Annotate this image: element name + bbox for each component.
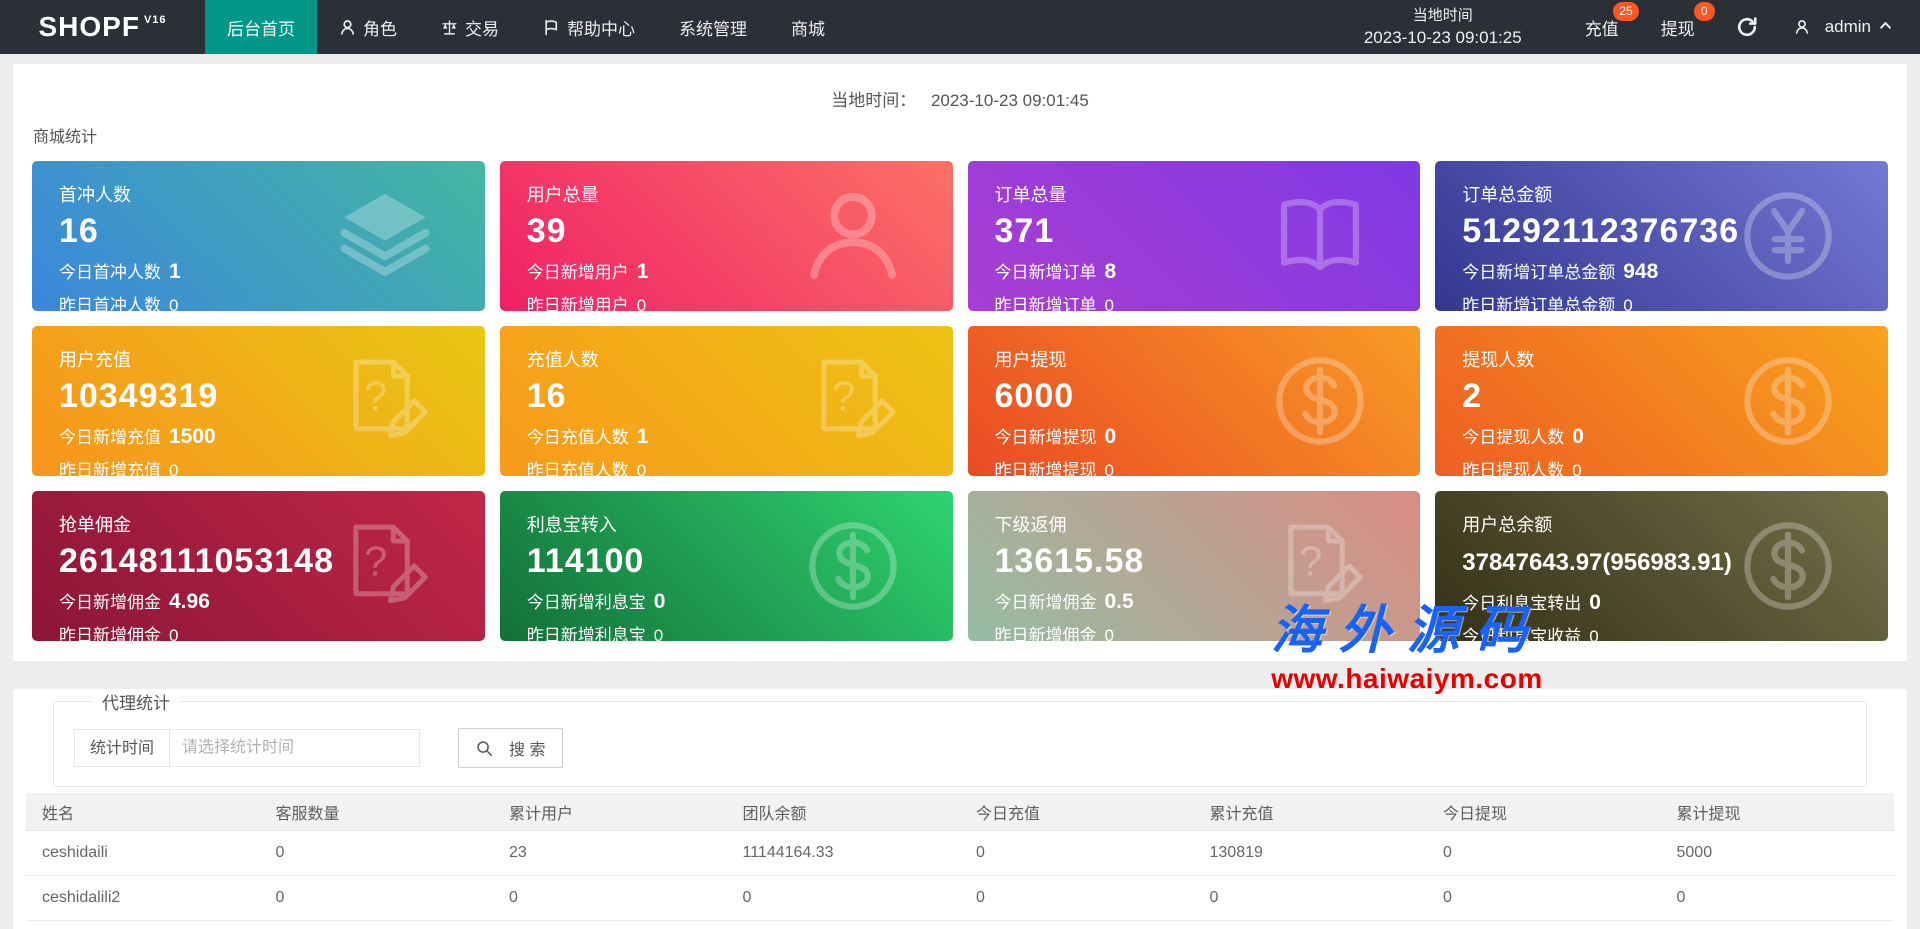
time-field-label: 统计时间: [74, 729, 170, 767]
card-yesterday: 昨日新增用户0: [527, 291, 953, 311]
stat-card-total-users: 用户总量39今日新增用户1昨日新增用户0: [500, 161, 953, 311]
card-yesterday: 今日利息宝收益0: [1462, 622, 1888, 641]
local-time-label: 当地时间: [1364, 5, 1522, 26]
user-menu[interactable]: admin: [1794, 17, 1892, 37]
person-icon: [339, 19, 356, 36]
navbar-right: 当地时间 2023-10-23 09:01:25 充值 25 提现 0 admi…: [1364, 0, 1920, 54]
docq-icon: ?: [803, 351, 903, 451]
nav-item-trade[interactable]: 交易: [419, 0, 521, 54]
column-header: 累计提现: [1661, 793, 1895, 831]
stat-card-user-recharge: 用户充值10349319今日新增充值1500昨日新增充值0?: [32, 326, 485, 476]
search-button[interactable]: 搜 索: [458, 728, 563, 768]
column-header: 今日充值: [960, 793, 1194, 831]
stat-card-recharge-users: 充值人数16今日充值人数1昨日充值人数0?: [500, 326, 953, 476]
stat-card-first-charge-users: 首冲人数16今日首冲人数1昨日首冲人数0: [32, 161, 485, 311]
stat-card-order-commission: 抢单佣金26148111053148今日新增佣金4.96昨日新增佣金0?: [32, 491, 485, 641]
dollar-icon: [1738, 351, 1838, 451]
recharge-link[interactable]: 充值 25: [1585, 15, 1619, 40]
withdraw-link[interactable]: 提现 0: [1661, 15, 1695, 40]
yen-icon: [1738, 186, 1838, 286]
agent-table: 姓名客服数量累计用户团队余额今日充值累计充值今日提现累计提现 ceshidail…: [26, 793, 1894, 929]
docq-icon: ?: [1270, 516, 1370, 616]
local-time-block: 当地时间 2023-10-23 09:01:25: [1364, 5, 1522, 50]
svg-text:?: ?: [1299, 538, 1322, 585]
card-yesterday: 昨日新增佣金0: [995, 621, 1421, 641]
table-row: ceshidaili02311144164.33013081905000: [26, 831, 1894, 876]
scales-icon: [441, 19, 458, 36]
card-yesterday: 昨日充值人数0: [527, 456, 953, 476]
book-icon: [1270, 186, 1370, 286]
layers-icon: [335, 186, 435, 286]
stat-card-interest-transfer-in: 利息宝转入114100今日新增利息宝0昨日新增利息宝0: [500, 491, 953, 641]
nav-item-help[interactable]: 帮助中心: [521, 0, 657, 54]
nav-item-system[interactable]: 系统管理: [657, 0, 769, 54]
stat-card-sub-rebate: 下级返佣13615.58今日新增佣金0.5昨日新增佣金0?: [968, 491, 1421, 641]
page-time-row: 当地时间： 2023-10-23 09:01:45: [13, 64, 1907, 111]
svg-text:?: ?: [364, 373, 387, 420]
stat-card-withdraw-users: 提现人数2今日提现人数0昨日提现人数0: [1435, 326, 1888, 476]
card-yesterday: 昨日新增佣金0: [59, 621, 485, 641]
column-header: 累计用户: [493, 793, 727, 831]
card-yesterday: 昨日提现人数0: [1462, 456, 1888, 476]
page: SHOPF V16 后台首页角色交易帮助中心系统管理商城 当地时间 2023-1…: [0, 0, 1920, 929]
app-logo-version: V16: [144, 14, 167, 26]
stat-card-user-total-balance: 用户总余额37847643.97(956983.91)今日利息宝转出0今日利息宝…: [1435, 491, 1888, 641]
app-logo: SHOPF V16: [0, 0, 205, 54]
docq-icon: ?: [335, 351, 435, 451]
column-header: 姓名: [26, 793, 260, 831]
dollar-icon: [1738, 516, 1838, 616]
card-yesterday: 昨日首冲人数0: [59, 291, 485, 311]
top-navbar: SHOPF V16 后台首页角色交易帮助中心系统管理商城 当地时间 2023-1…: [0, 0, 1920, 54]
card-yesterday: 昨日新增订单0: [995, 291, 1421, 311]
agent-legend: 代理统计: [92, 689, 180, 714]
recharge-label: 充值: [1585, 20, 1619, 39]
column-header: 累计充值: [1194, 793, 1428, 831]
agent-fieldset: 代理统计 统计时间 搜 索: [53, 689, 1867, 787]
page-time-value: 2023-10-23 09:01:45: [931, 91, 1089, 110]
refresh-icon[interactable]: [1736, 16, 1758, 38]
flag-icon: [543, 19, 560, 36]
card-yesterday: 昨日新增充值0: [59, 456, 485, 476]
svg-text:?: ?: [364, 538, 387, 585]
withdraw-label: 提现: [1661, 20, 1695, 39]
search-icon: [476, 740, 493, 757]
section-title: 商城统计: [33, 123, 1907, 147]
page-time-label: 当地时间：: [831, 91, 916, 110]
search-button-label: 搜 索: [509, 736, 545, 760]
main-menu: 后台首页角色交易帮助中心系统管理商城: [205, 0, 847, 54]
card-yesterday: 昨日新增提现0: [995, 456, 1421, 476]
column-header: 团队余额: [727, 793, 961, 831]
docq-icon: ?: [335, 516, 435, 616]
card-yesterday: 昨日新增利息宝0: [527, 621, 953, 641]
local-time-value: 2023-10-23 09:01:25: [1364, 26, 1522, 50]
stat-card-total-orders: 订单总量371今日新增订单8昨日新增订单0: [968, 161, 1421, 311]
recharge-badge: 25: [1613, 2, 1638, 21]
nav-item-mall[interactable]: 商城: [769, 0, 847, 54]
nav-item-roles[interactable]: 角色: [317, 0, 419, 54]
table-row: a000010000000: [26, 921, 1894, 929]
agent-stats-panel: 代理统计 统计时间 搜 索 姓名客服数量累计用户团队余额今日充值累计充值今日提现…: [13, 689, 1907, 929]
svg-text:?: ?: [832, 373, 855, 420]
column-header: 今日提现: [1427, 793, 1661, 831]
agent-filter-row: 统计时间 搜 索: [74, 728, 1846, 768]
table-header-row: 姓名客服数量累计用户团队余额今日充值累计充值今日提现累计提现: [26, 793, 1894, 831]
username: admin: [1825, 17, 1871, 37]
stat-time-input[interactable]: [170, 729, 420, 767]
person-icon: [1794, 19, 1810, 35]
stat-card-total-order-amount: 订单总金额51292112376736今日新增订单总金额948昨日新增订单总金额…: [1435, 161, 1888, 311]
nav-item-home[interactable]: 后台首页: [205, 0, 317, 54]
dollar-icon: [1270, 351, 1370, 451]
table-row: ceshidalili20000000: [26, 876, 1894, 921]
shop-stats-panel: 当地时间： 2023-10-23 09:01:45 商城统计 首冲人数16今日首…: [13, 64, 1907, 661]
column-header: 客服数量: [260, 793, 494, 831]
chevron-up-icon: [1879, 17, 1892, 37]
dollar-icon: [803, 516, 903, 616]
stat-card-user-withdraw: 用户提现6000今日新增提现0昨日新增提现0: [968, 326, 1421, 476]
user-icon: [803, 186, 903, 286]
card-yesterday: 昨日新增订单总金额0: [1462, 291, 1888, 311]
stats-cards-grid: 首冲人数16今日首冲人数1昨日首冲人数0用户总量39今日新增用户1昨日新增用户0…: [13, 147, 1907, 641]
app-logo-text: SHOPF: [38, 11, 139, 43]
withdraw-badge: 0: [1694, 2, 1715, 21]
